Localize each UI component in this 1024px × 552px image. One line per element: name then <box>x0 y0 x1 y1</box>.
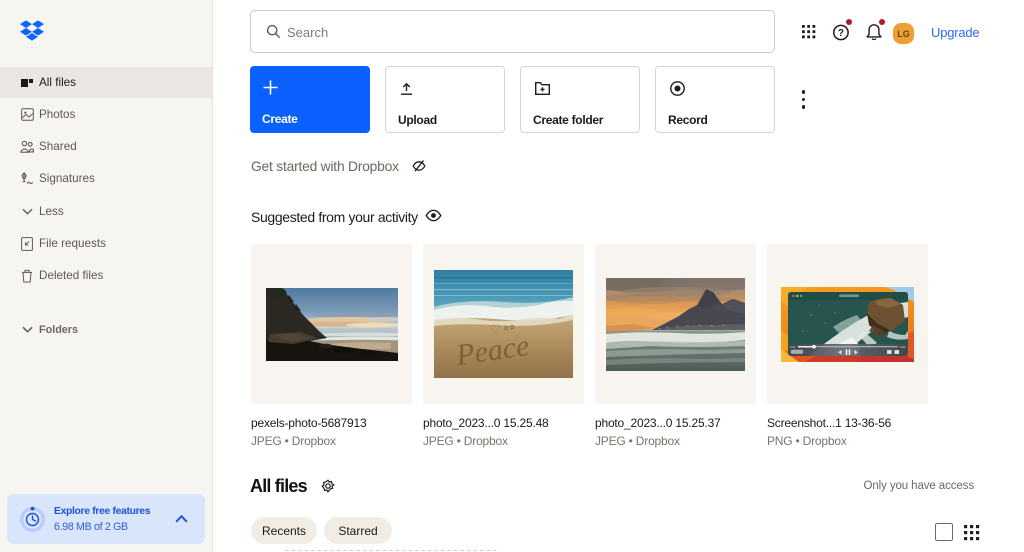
svg-text:0:00: 0:00 <box>790 345 796 349</box>
svg-text:?: ? <box>838 28 844 39</box>
svg-text:-0:55: -0:55 <box>900 345 906 349</box>
